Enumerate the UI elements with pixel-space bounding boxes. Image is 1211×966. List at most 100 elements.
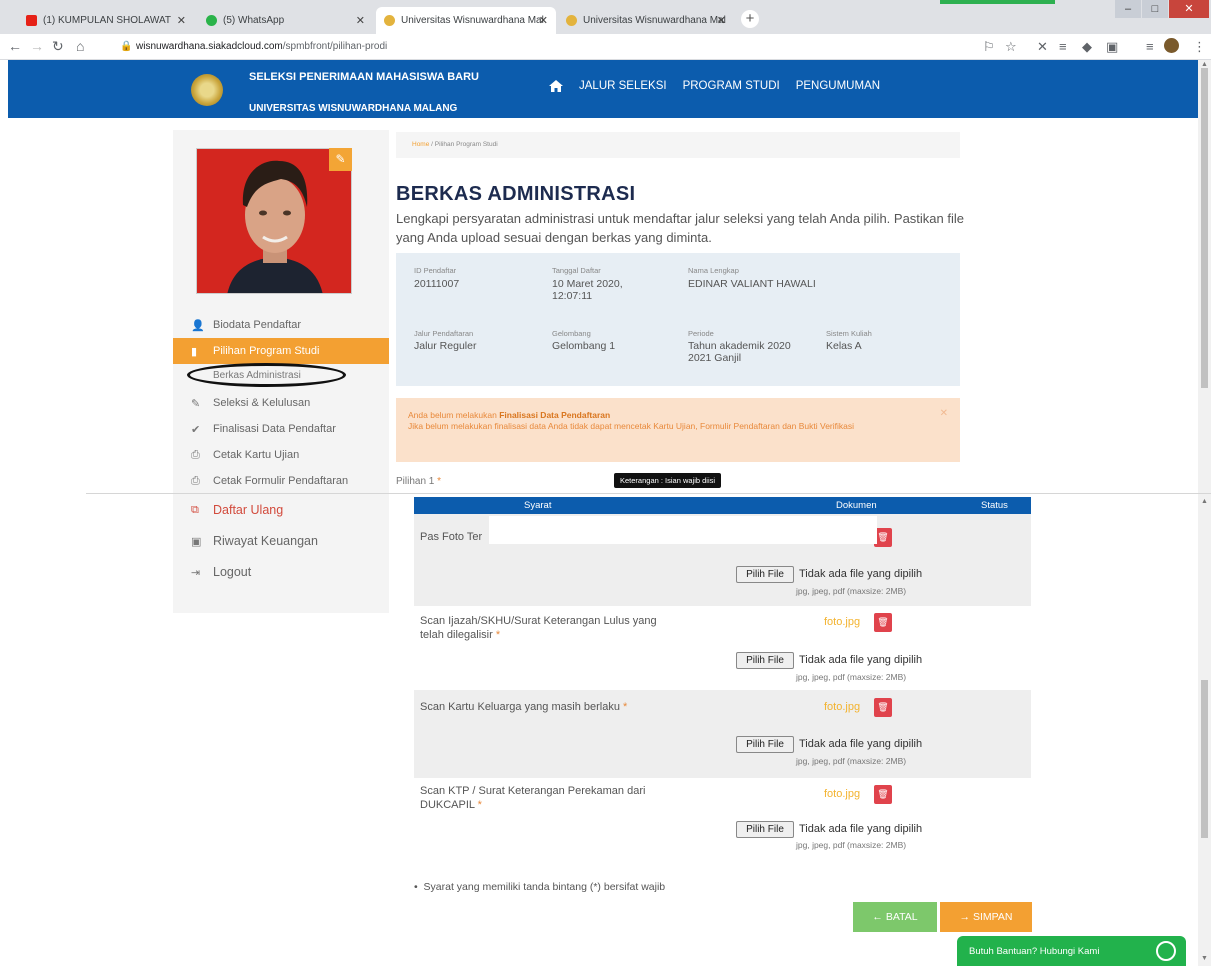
check-icon: ✔: [191, 423, 201, 436]
sidebar-item-finalisasi[interactable]: ✔ Finalisasi Data Pendaftar: [173, 416, 389, 442]
back-icon[interactable]: ←: [8, 38, 22, 54]
menu-icon[interactable]: ⋮: [1193, 39, 1206, 55]
choose-file-button[interactable]: Pilih File: [736, 566, 794, 583]
info-value-id: 20111007: [414, 278, 460, 290]
scrollbar-bottom[interactable]: ▲ ▼: [1198, 494, 1211, 966]
scroll-up-icon[interactable]: ▲: [1201, 498, 1208, 505]
scrollbar-thumb[interactable]: [1201, 680, 1208, 838]
file-hint: jpg, jpeg, pdf (maxsize: 2MB): [796, 840, 907, 850]
cancel-button[interactable]: ← BATAL: [853, 902, 937, 932]
forward-icon[interactable]: →: [30, 38, 44, 54]
bookmark-icon: ▮: [191, 345, 198, 358]
university-logo[interactable]: [191, 74, 223, 106]
site-subtitle: UNIVERSITAS WISNUWARDHANA MALANG: [249, 103, 458, 114]
address-bar: ← → ↻ ⌂ 🔒 wisnuwardhana.siakadcloud.com/…: [0, 34, 1211, 60]
edit-photo-button[interactable]: ✎: [329, 148, 352, 171]
breadcrumb-home[interactable]: Home: [412, 141, 429, 148]
close-icon[interactable]: ✕: [356, 14, 365, 27]
info-label: Nama Lengkap: [688, 266, 739, 275]
url-field[interactable]: wisnuwardhana.siakadcloud.com/spmbfront/…: [136, 41, 387, 52]
scroll-up-icon[interactable]: ▲: [1201, 61, 1208, 68]
extension-icon[interactable]: ◆: [1082, 39, 1092, 55]
home-icon[interactable]: ⌂: [76, 38, 84, 54]
file-status-text: Tidak ada file yang dipilih: [799, 568, 923, 580]
nav-pengumuman[interactable]: PENGUMUMAN: [796, 80, 880, 92]
page-title: BERKAS ADMINISTRASI: [396, 183, 636, 205]
uploaded-file-link[interactable]: foto.jpg: [824, 701, 860, 713]
requirement-label: Scan Kartu Keluarga yang masih berlaku *: [420, 701, 628, 713]
sidebar-item-logout[interactable]: ⇥ Logout: [173, 559, 389, 585]
delete-file-button[interactable]: 🗑: [874, 785, 892, 804]
column-header: Dokumen: [836, 500, 877, 511]
save-button[interactable]: → SIMPAN: [940, 902, 1032, 932]
copy-icon: ⧉: [191, 503, 199, 516]
home-nav-icon[interactable]: [549, 80, 563, 92]
extension-x-icon[interactable]: ✕: [1037, 39, 1048, 55]
column-header: Syarat: [524, 500, 552, 511]
choose-file-button[interactable]: Pilih File: [736, 821, 794, 838]
browser-tab-active[interactable]: Universitas Wisnuwardhana Mal ✕: [376, 7, 556, 34]
browser-tab[interactable]: (5) WhatsApp ✕: [198, 7, 373, 34]
translate-icon[interactable]: ⚐: [983, 39, 995, 55]
print-icon: ⎙: [191, 474, 200, 487]
close-icon[interactable]: ✕: [717, 14, 726, 27]
reload-icon[interactable]: ↻: [52, 38, 64, 55]
close-icon[interactable]: ✕: [940, 408, 948, 419]
user-icon: 👤: [191, 319, 205, 332]
requirement-label: Scan Ijazah/SKHU/Surat Keterangan Lulus …: [420, 615, 657, 641]
delete-file-button[interactable]: 🗑: [874, 613, 892, 632]
reading-list-icon[interactable]: ≡: [1146, 39, 1154, 54]
redacted-overlay: [489, 516, 877, 544]
close-window-button[interactable]: ✕: [1169, 0, 1209, 18]
browser-tab[interactable]: Universitas Wisnuwardhana Mal ✕: [558, 7, 734, 34]
registrant-info-panel: ID Pendaftar 20111007 Tanggal Daftar 10 …: [396, 253, 960, 386]
sidebar-item-seleksi-kelulusan[interactable]: ✎ Seleksi & Kelulusan: [173, 390, 389, 416]
nav-program-studi[interactable]: PROGRAM STUDI: [683, 80, 780, 92]
scrollbar-top[interactable]: ▲: [1198, 60, 1211, 493]
browser-tab[interactable]: (1) KUMPULAN SHOLAWAT ✕: [18, 7, 194, 34]
delete-file-button[interactable]: 🗑: [874, 698, 892, 717]
page-description: Lengkapi persyaratan administrasi untuk …: [396, 211, 964, 245]
choose-file-button[interactable]: Pilih File: [736, 652, 794, 669]
maximize-button[interactable]: □: [1142, 0, 1168, 18]
close-icon[interactable]: ✕: [177, 14, 186, 27]
help-chat-button[interactable]: Butuh Bantuan? Hubungi Kami: [957, 936, 1186, 966]
extension-icon[interactable]: ▣: [1106, 39, 1118, 55]
sidebar-item-pilihan-program-studi[interactable]: ▮ Pilihan Program Studi: [173, 338, 389, 364]
info-value-periode: Tahun akademik 2020 2021 Ganjil: [688, 340, 791, 364]
info-label: Sistem Kuliah: [826, 329, 872, 338]
nav-jalur-seleksi[interactable]: JALUR SELEKSI: [579, 80, 667, 92]
info-label: Periode: [688, 329, 714, 338]
window-controls: – □ ✕: [1114, 0, 1209, 18]
scrollbar-thumb[interactable]: [1201, 68, 1208, 388]
profile-avatar[interactable]: [1164, 38, 1179, 53]
finalisasi-alert: Anda belum melakukan Finalisasi Data Pen…: [396, 398, 960, 462]
uploaded-file-link[interactable]: foto.jpg: [824, 788, 860, 800]
sidebar-item-biodata[interactable]: 👤 Biodata Pendaftar: [173, 312, 389, 338]
lock-icon: 🔒: [120, 41, 133, 52]
main-nav: JALUR SELEKSI PROGRAM STUDI PENGUMUMAN: [549, 80, 896, 92]
sidebar-item-cetak-formulir[interactable]: ⎙ Cetak Formulir Pendaftaran: [173, 468, 389, 494]
new-tab-button[interactable]: +: [741, 10, 759, 28]
scroll-down-icon[interactable]: ▼: [1201, 955, 1208, 962]
choose-file-button[interactable]: Pilih File: [736, 736, 794, 753]
print-icon: ⎙: [191, 448, 200, 461]
money-icon: ▣: [191, 535, 202, 548]
close-icon[interactable]: ✕: [539, 14, 548, 27]
requirement-label: Scan KTP / Surat Keterangan Perekaman da…: [420, 785, 646, 811]
window-indicator: [940, 0, 1055, 4]
table-row: Scan KTP / Surat Keterangan Perekaman da…: [414, 778, 1031, 864]
site-title[interactable]: SELEKSI PENERIMAAN MAHASISWA BARU: [249, 70, 489, 84]
uploaded-file-link[interactable]: foto.jpg: [824, 616, 860, 628]
sidebar-item-riwayat-keuangan[interactable]: ▣ Riwayat Keuangan: [173, 528, 389, 554]
minimize-button[interactable]: –: [1115, 0, 1141, 18]
sidebar-item-daftar-ulang[interactable]: ⧉ Daftar Ulang: [173, 497, 389, 523]
sidebar-item-cetak-kartu-ujian[interactable]: ⎙ Cetak Kartu Ujian: [173, 442, 389, 468]
info-label: ID Pendaftar: [414, 266, 457, 275]
table-row: Scan Ijazah/SKHU/Surat Keterangan Lulus …: [414, 606, 1031, 690]
extension-icon[interactable]: ≡: [1059, 39, 1067, 54]
file-hint: jpg, jpeg, pdf (maxsize: 2MB): [796, 586, 907, 596]
browser-tab-bar: (1) KUMPULAN SHOLAWAT ✕ (5) WhatsApp ✕ U…: [0, 0, 1211, 34]
star-icon[interactable]: ☆: [1005, 39, 1017, 55]
breadcrumb: Home / Pilihan Program Studi: [396, 132, 960, 158]
